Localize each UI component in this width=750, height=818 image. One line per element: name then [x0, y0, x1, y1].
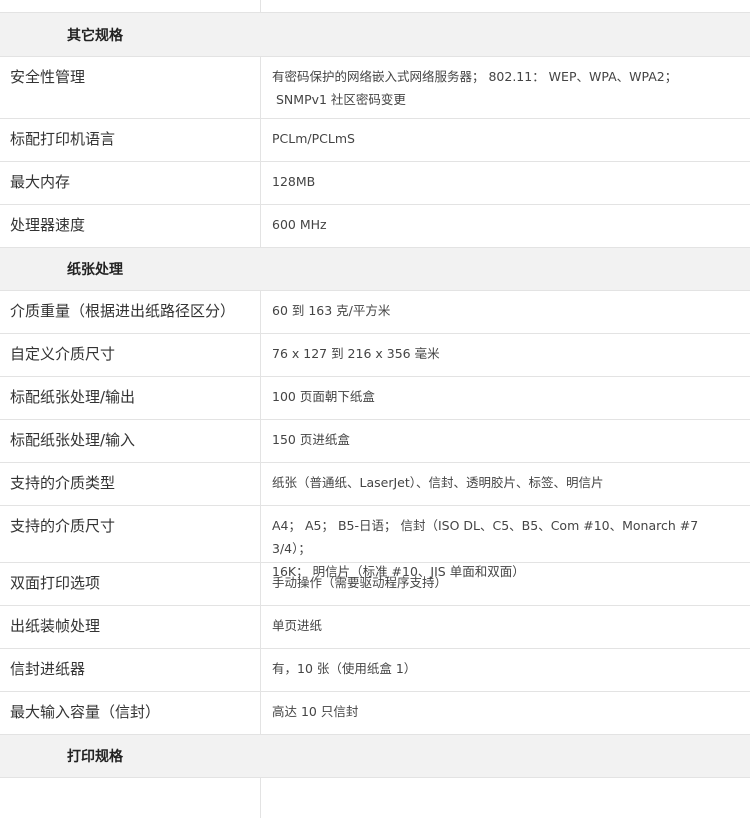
- table-row: 标配纸张处理/输入 150 页进纸盒: [0, 420, 750, 463]
- spec-label: 介质重量（根据进出纸路径区分）: [0, 291, 261, 333]
- spec-label: 自定义介质尺寸: [0, 334, 261, 376]
- spec-value: 纸张（普通纸、LaserJet）、信封、透明胶片、标签、明信片: [272, 475, 604, 490]
- spec-table: 其它规格 安全性管理 有密码保护的网络嵌入式网络服务器； 802.11： WEP…: [0, 0, 750, 818]
- spec-value: 有密码保护的网络嵌入式网络服务器； 802.11： WEP、WPA、WPA2； …: [261, 57, 750, 118]
- spec-label: 处理器速度: [0, 205, 261, 247]
- spec-value: 150 页进纸盒: [272, 432, 350, 447]
- spec-value: 600 MHz: [272, 217, 327, 232]
- spec-value: 76 x 127 到 216 x 356 毫米: [272, 346, 440, 361]
- spec-value-line: A4； A5； B5-日语； 信封（ISO DL、C5、B5、Com #10、M…: [272, 518, 699, 556]
- spec-label: 安全性管理: [0, 57, 261, 118]
- table-row: 双面打印选项 手动操作（需要驱动程序支持）: [0, 563, 750, 606]
- spec-value: 128MB: [272, 174, 316, 189]
- spec-label-cell: [0, 778, 261, 818]
- spec-label: 双面打印选项: [0, 563, 261, 605]
- table-row: 标配打印机语言 PCLm/PCLmS: [0, 119, 750, 162]
- table-row: 介质重量（根据进出纸路径区分） 60 到 163 克/平方米: [0, 291, 750, 334]
- spec-value: 高达 10 只信封: [272, 704, 359, 719]
- section-header-paper: 纸张处理: [0, 248, 750, 291]
- table-row-partial-bottom: [0, 778, 750, 818]
- table-row: 出纸装帧处理 单页进纸: [0, 606, 750, 649]
- spec-label: 支持的介质类型: [0, 463, 261, 505]
- section-header-print: 打印规格: [0, 735, 750, 778]
- spec-value: A4； A5； B5-日语； 信封（ISO DL、C5、B5、Com #10、M…: [261, 506, 750, 579]
- spec-value-cell: [261, 0, 750, 12]
- section-title: 其它规格: [67, 27, 123, 44]
- table-row: 支持的介质尺寸 A4； A5； B5-日语； 信封（ISO DL、C5、B5、C…: [0, 506, 750, 579]
- table-row-partial-top: [0, 0, 750, 13]
- table-row: 标配纸张处理/输出 100 页面朝下纸盒: [0, 377, 750, 420]
- table-row: 最大内存 128MB: [0, 162, 750, 205]
- spec-value: 60 到 163 克/平方米: [272, 303, 391, 318]
- section-header-other: 其它规格: [0, 13, 750, 57]
- table-row: 自定义介质尺寸 76 x 127 到 216 x 356 毫米: [0, 334, 750, 377]
- spec-label: 支持的介质尺寸: [0, 506, 261, 562]
- table-row: 处理器速度 600 MHz: [0, 205, 750, 248]
- spec-label-cell: [0, 0, 261, 12]
- spec-value-line: 有密码保护的网络嵌入式网络服务器； 802.11： WEP、WPA、WPA2；: [272, 69, 678, 84]
- spec-label: 标配纸张处理/输出: [0, 377, 261, 419]
- table-row: 最大输入容量（信封） 高达 10 只信封: [0, 692, 750, 735]
- table-row: 安全性管理 有密码保护的网络嵌入式网络服务器； 802.11： WEP、WPA、…: [0, 57, 750, 119]
- section-title: 纸张处理: [67, 262, 123, 278]
- spec-value-line: SNMPv1 社区密码变更: [276, 92, 406, 107]
- spec-value: 有，10 张（使用纸盒 1）: [272, 661, 417, 676]
- spec-value-cell: [261, 778, 750, 818]
- spec-label: 信封进纸器: [0, 649, 261, 691]
- section-title: 打印规格: [67, 749, 123, 765]
- spec-value: PCLm/PCLmS: [272, 131, 355, 146]
- spec-label: 最大内存: [0, 162, 261, 204]
- spec-label: 标配打印机语言: [0, 119, 261, 161]
- spec-value: 手动操作（需要驱动程序支持）: [272, 575, 448, 590]
- table-row: 支持的介质类型 纸张（普通纸、LaserJet）、信封、透明胶片、标签、明信片: [0, 463, 750, 506]
- table-row: 信封进纸器 有，10 张（使用纸盒 1）: [0, 649, 750, 692]
- spec-label: 出纸装帧处理: [0, 606, 261, 648]
- spec-label: 最大输入容量（信封）: [0, 692, 261, 734]
- spec-value: 100 页面朝下纸盒: [272, 389, 375, 404]
- spec-value: 单页进纸: [272, 618, 323, 633]
- spec-label: 标配纸张处理/输入: [0, 420, 261, 462]
